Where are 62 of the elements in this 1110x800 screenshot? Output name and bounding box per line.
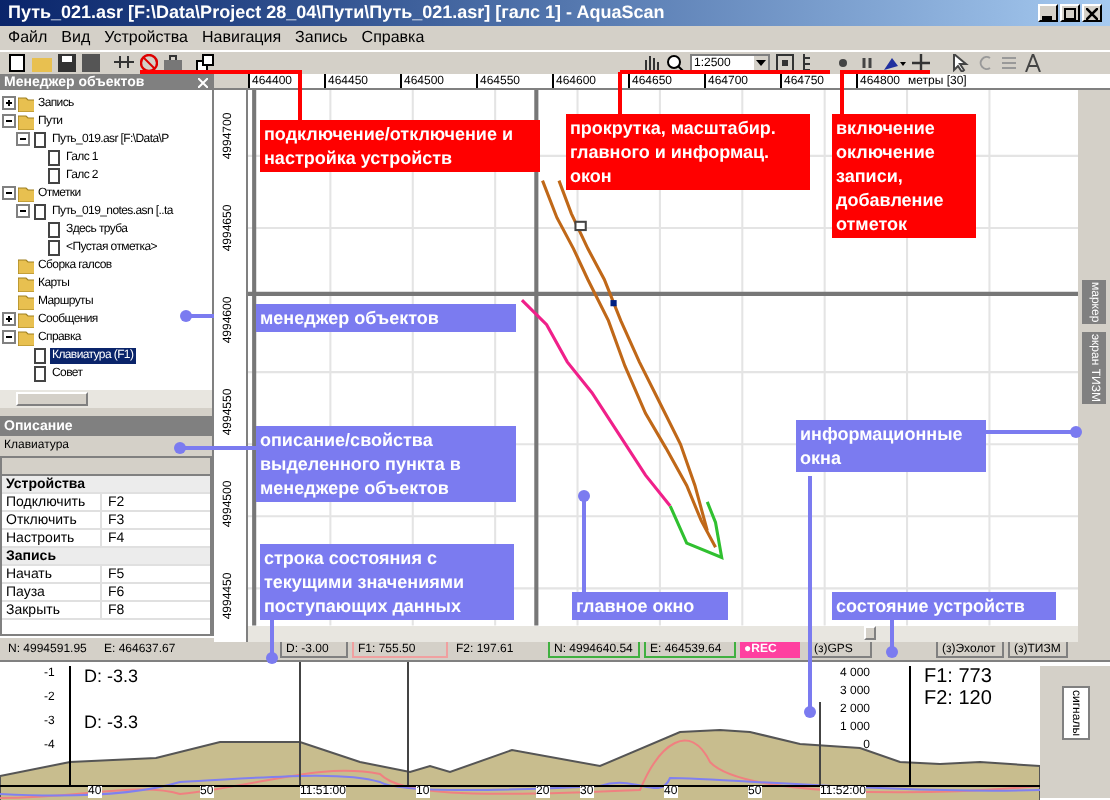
scroll-thumb[interactable] — [864, 625, 876, 640]
callout-label: строка состояния с текущими значениями поступающих данных — [260, 544, 514, 620]
collapse-icon[interactable] — [16, 204, 30, 218]
pointer-icon[interactable] — [952, 54, 970, 72]
menu-item[interactable]: Устройства — [104, 30, 189, 46]
leader-line — [180, 310, 214, 322]
frequency-reading: F2: 120 — [924, 690, 992, 710]
crosshair-icon[interactable] — [912, 54, 930, 72]
fit-icon[interactable] — [776, 54, 794, 72]
windows-icon[interactable] — [196, 54, 214, 72]
maximize-button[interactable] — [1060, 4, 1080, 22]
leader-line — [578, 490, 590, 592]
disconnect-icon[interactable] — [140, 54, 158, 72]
leader-line — [886, 614, 898, 658]
new-file-icon[interactable] — [8, 54, 26, 72]
minimize-button[interactable] — [1038, 4, 1058, 22]
expand-icon[interactable] — [2, 312, 16, 326]
leader-line — [174, 442, 256, 454]
menu-item[interactable]: Файл — [8, 30, 48, 46]
callout-label: менеджер объектов — [256, 304, 516, 332]
leader-line — [266, 616, 278, 664]
collapse-icon[interactable] — [2, 186, 16, 200]
menu-item[interactable]: Запись — [295, 30, 348, 46]
callout-label: прокрутка, масштабир. главного и информац. окон — [566, 114, 810, 190]
zoom-icon[interactable] — [666, 54, 684, 72]
collapse-icon[interactable] — [2, 114, 16, 128]
callout-label: подключение/отключение и настройка устройств — [260, 120, 540, 172]
close-icon — [1086, 7, 1098, 19]
ruler-corner — [214, 74, 248, 88]
plug-icon[interactable] — [114, 54, 134, 72]
depth-reading: D: -3.3 — [84, 668, 139, 686]
menu-item[interactable]: Навигация — [202, 30, 282, 46]
point-icon — [610, 300, 617, 307]
depth-reading: D: -3.3 — [84, 714, 139, 732]
collapse-icon[interactable] — [2, 330, 16, 344]
scrollbar[interactable] — [0, 390, 212, 408]
callout-label: информационные окна — [796, 420, 986, 472]
marker-icon — [574, 220, 587, 232]
callout-label: состояние устройств — [832, 592, 1056, 620]
frequency-reading: F1: 773 — [924, 668, 992, 688]
save-icon[interactable] — [58, 54, 76, 72]
ruler-icon[interactable] — [800, 54, 812, 72]
close-button[interactable] — [1082, 4, 1102, 22]
menu-item[interactable]: Справка — [361, 30, 425, 46]
caret-icon — [754, 56, 768, 70]
callout-label: описание/свойства выделенного пункта в менеджере объектов — [256, 426, 516, 502]
callout-label: главное окно — [572, 592, 728, 620]
menu-item[interactable]: Вид — [61, 30, 91, 46]
callout-label: включение оключение записи, добавление отметок — [832, 114, 976, 238]
leader-line — [984, 426, 1082, 438]
text-tool-icon[interactable] — [1024, 54, 1042, 72]
pause-icon[interactable] — [858, 54, 876, 72]
expand-icon[interactable] — [2, 96, 16, 110]
maximize-icon — [1064, 7, 1076, 19]
folder-icon — [18, 185, 34, 201]
marker-icon[interactable] — [882, 54, 906, 72]
close-icon[interactable] — [198, 77, 208, 87]
record-icon[interactable] — [834, 54, 852, 72]
window-title: Путь_021.asr [F:\Data\Project 28_04\Пути\Путь_021.asr] [галс 1] - AquaScan — [8, 4, 665, 22]
scroll-thumb[interactable] — [16, 392, 88, 406]
scrollbar[interactable] — [248, 625, 1078, 642]
collapse-icon[interactable] — [16, 132, 30, 146]
